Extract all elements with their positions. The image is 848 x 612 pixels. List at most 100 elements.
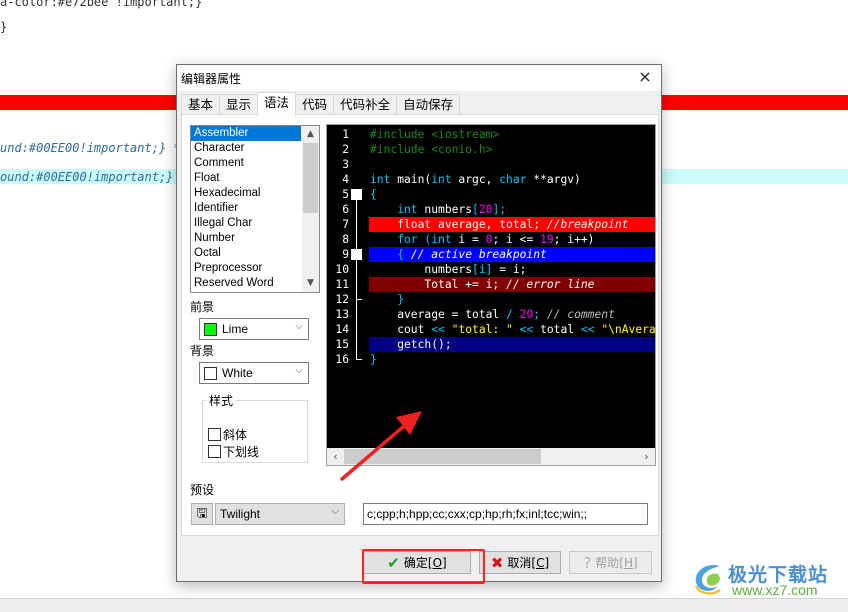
code-text: 19 [540,233,554,246]
preset-value: Twilight [220,507,261,521]
code-text: ]; [492,203,507,216]
code-line: 5{ [327,187,655,202]
fold-line [351,322,363,337]
line-number: 14 [335,323,349,336]
code-text: = i; [492,263,527,276]
line-number: 1 [342,128,349,141]
cancel-suffix: ] [544,555,550,570]
code-line: 3 [327,157,655,172]
ok-suffix: ] [442,555,447,570]
code-text: argc, [451,173,500,186]
list-item[interactable]: Reserved Word [191,276,301,291]
preset-select[interactable]: Twilight ⌵ [215,503,345,525]
code-line: 7 float average, total; //breakpoint [327,217,655,232]
help-label: 帮助[ [595,556,624,570]
code-text: [ [472,203,479,216]
code-text: int [370,203,418,216]
tab-code-completion[interactable]: 代码补全 [333,94,398,115]
watermark: 极光下载站 www.xz7.com [690,558,848,598]
fold-end [351,292,363,307]
preset-label: 预设 [190,483,215,497]
cancel-button[interactable]: ✖ 取消[C] [479,551,561,574]
help-icon: ? [583,553,592,572]
code-text: // comment [546,308,615,321]
code-line: 6 int numbers[20]; [327,202,655,217]
scroll-thumb[interactable] [303,143,318,213]
fold-marker-icon[interactable] [351,247,363,262]
code-line: 12 } [327,292,655,307]
chevron-down-icon: ⌵ [295,321,303,332]
preview-horizontal-scrollbar[interactable]: ‹ › [327,448,655,465]
code-line: 1 #include <iostream> [327,127,655,142]
italic-checkbox[interactable] [208,428,221,441]
bg-code-line: und:#00EE00!important;} */ [0,141,188,155]
code-text: } [370,293,405,306]
help-button[interactable]: ? 帮助[H] [569,551,652,574]
line-number: 3 [342,158,349,171]
scroll-down-icon[interactable]: ▼ [302,275,319,292]
save-preset-button[interactable]: 🖫 [191,503,213,525]
line-number: 9 [342,248,349,261]
code-text: #include <conio.h> [370,143,493,156]
code-text: 20 [478,203,493,216]
list-item[interactable]: Hexadecimal [191,186,301,201]
line-number: 7 [342,218,349,231]
code-text: ( [417,233,432,246]
line-number: 5 [342,188,349,201]
scroll-right-icon[interactable]: › [638,448,655,465]
status-bar [0,598,848,612]
code-text: "total: " [451,323,513,336]
dialog-title: 编辑器属性 [181,72,242,86]
fold-line [351,217,363,232]
list-scrollbar[interactable]: ▲ ▼ [302,126,319,292]
file-extensions-input[interactable] [363,503,648,525]
line-number: 11 [335,278,349,291]
list-item[interactable]: Comment [191,156,301,171]
line-number: 2 [342,143,349,156]
cancel-hotkey: C [536,555,545,570]
line-number: 15 [335,338,349,351]
list-item[interactable]: Preprocessor [191,261,301,276]
dialog-titlebar[interactable]: 编辑器属性 × [177,65,661,91]
code-text: { [370,248,411,261]
list-item[interactable]: Float [191,171,301,186]
code-text: i = [451,233,486,246]
tab-display[interactable]: 显示 [219,94,259,115]
fold-line [351,277,363,292]
scroll-left-icon[interactable]: ‹ [327,448,344,465]
scroll-up-icon[interactable]: ▲ [302,126,319,143]
code-text: numbers [417,203,473,216]
fold-marker-icon[interactable] [351,187,363,202]
code-text: main( [390,173,432,186]
italic-label: 斜体 [223,428,248,442]
list-item[interactable]: Illegal Char [191,216,301,231]
list-item[interactable]: Octal [191,246,301,261]
underline-checkbox[interactable] [208,445,221,458]
code-text: ; i <= [492,233,541,246]
code-text: // active breakpoint [410,248,547,261]
background-color-select[interactable]: White ⌵ [199,362,309,384]
line-number: 13 [335,308,349,321]
floppy-disk-icon: 🖫 [196,506,208,521]
italic-checkbox-row[interactable]: 斜体 [208,426,247,443]
chevron-down-icon: ⌵ [295,365,303,376]
tab-basic[interactable]: 基本 [181,94,221,115]
code-line: 2 #include <conio.h> [327,142,655,157]
list-item[interactable]: Number [191,231,301,246]
ok-button[interactable]: ✔ 确定[O] [363,551,471,574]
list-item[interactable]: Assembler [191,126,301,141]
list-item[interactable]: Character [191,141,301,156]
underline-checkbox-row[interactable]: 下划线 [208,443,259,460]
tab-syntax[interactable]: 语法 [257,92,297,116]
scroll-thumb[interactable] [344,449,541,464]
code-text: cout [370,323,432,336]
color-swatch [204,323,217,336]
syntax-element-list[interactable]: Assembler Character Comment Float Hexade… [190,125,320,293]
foreground-color-select[interactable]: Lime ⌵ [199,318,309,340]
background-value: White [222,366,253,380]
list-item[interactable]: Identifier [191,201,301,216]
close-icon[interactable]: × [635,67,655,87]
tab-code[interactable]: 代码 [295,94,335,115]
tab-autosave[interactable]: 自动保存 [396,94,461,115]
checkmark-icon: ✔ [387,553,400,572]
